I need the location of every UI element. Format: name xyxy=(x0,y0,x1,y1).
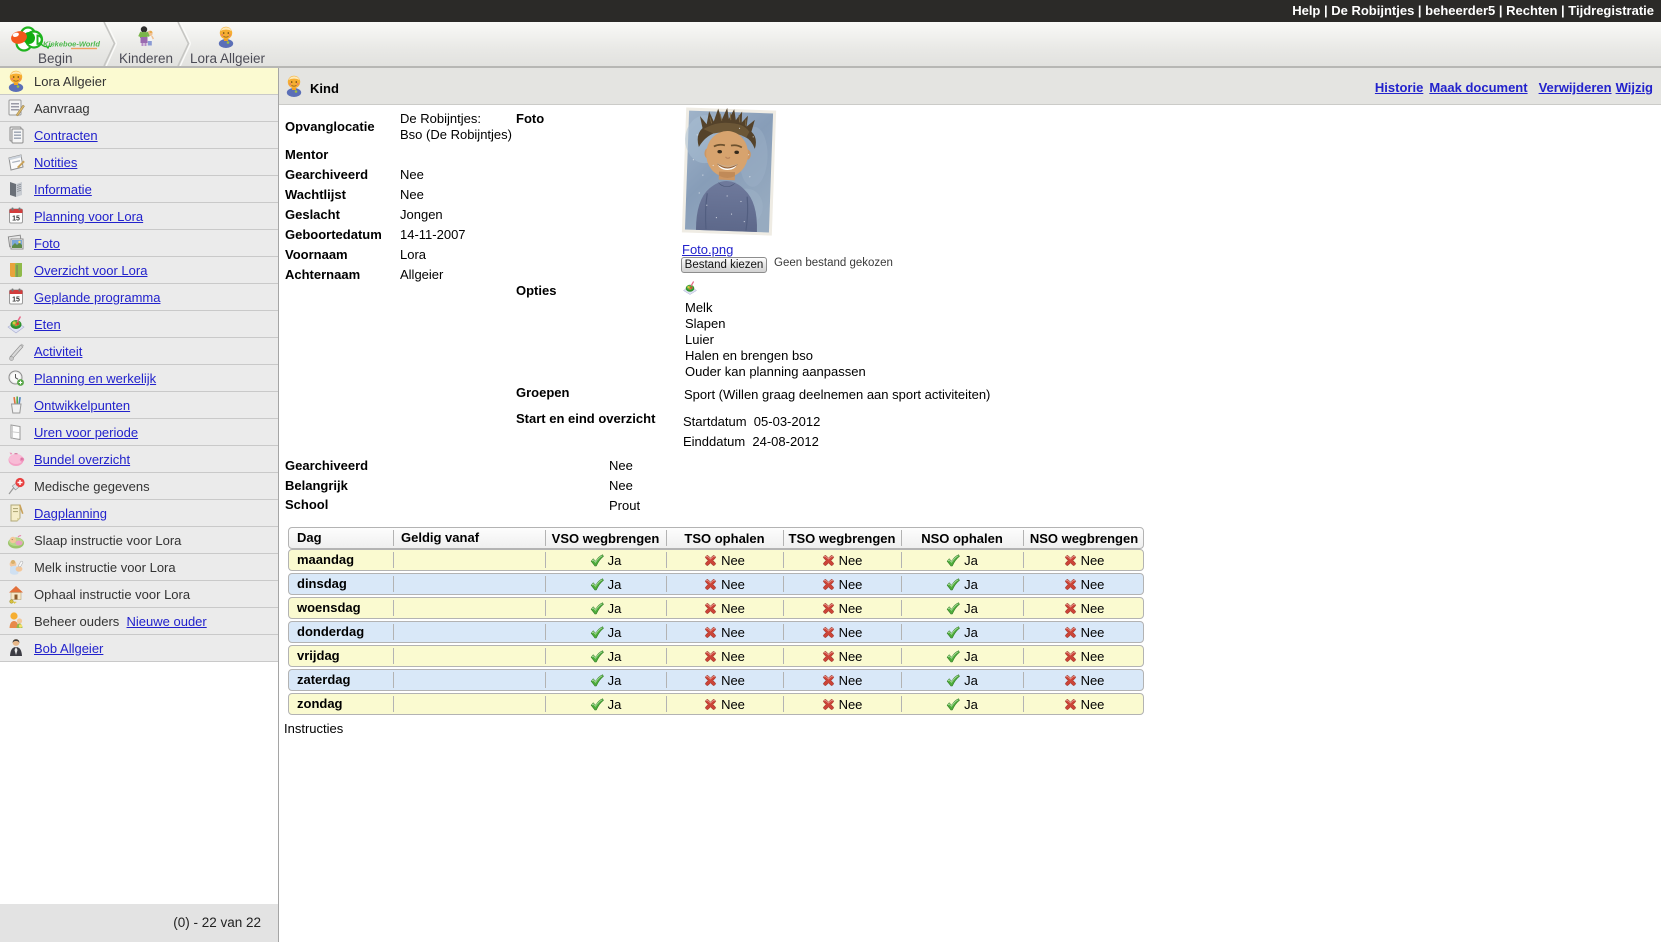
svg-text:Kiekeboe-World: Kiekeboe-World xyxy=(43,40,100,49)
svg-text:15: 15 xyxy=(12,297,20,304)
svg-text:15: 15 xyxy=(12,216,20,223)
